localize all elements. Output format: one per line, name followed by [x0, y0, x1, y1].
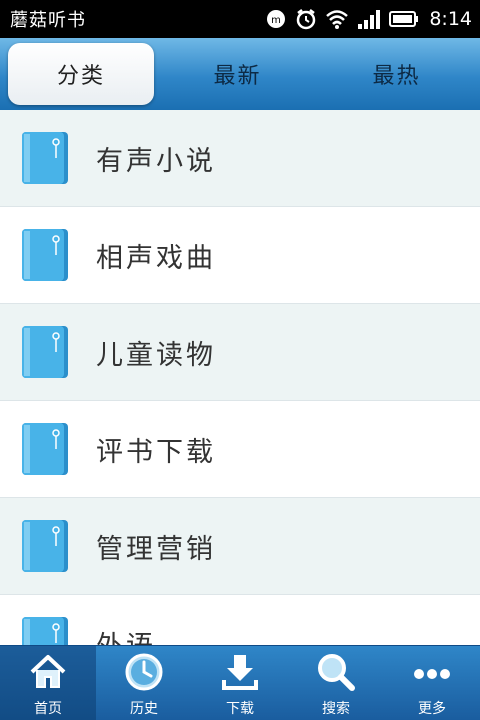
nav-history[interactable]: 历史: [96, 646, 192, 720]
tab-latest[interactable]: 最新: [158, 43, 317, 105]
category-label: 相声戏曲: [96, 242, 216, 274]
signal-icon: [357, 8, 381, 30]
book-icon: [22, 132, 68, 184]
clock-icon: [122, 650, 166, 694]
book-icon: [22, 229, 68, 281]
category-item[interactable]: 管理营销: [0, 498, 480, 595]
book-icon: [22, 326, 68, 378]
book-icon: [22, 423, 68, 475]
category-item[interactable]: 相声戏曲: [0, 207, 480, 304]
top-tab-bar: 分类 最新 最热: [0, 38, 480, 110]
nav-more[interactable]: 更多: [384, 646, 480, 720]
category-item[interactable]: 评书下载: [0, 401, 480, 498]
download-icon: [218, 650, 262, 694]
tab-category[interactable]: 分类: [8, 43, 154, 105]
book-icon: [22, 617, 68, 645]
category-label: 儿童读物: [96, 339, 216, 371]
status-icons: m 8:14: [265, 8, 472, 30]
category-item[interactable]: 儿童读物: [0, 304, 480, 401]
book-icon: [22, 520, 68, 572]
category-list: 有声小说 相声戏曲 儿童读物 评书下载 管理营销: [0, 110, 480, 645]
category-label: 外语: [96, 624, 156, 646]
nav-download-label: 下载: [226, 701, 254, 717]
wifi-icon: [325, 8, 349, 30]
category-item[interactable]: 外语: [0, 595, 480, 645]
notification-icon: m: [265, 8, 287, 30]
category-label: 有声小说: [96, 145, 216, 177]
category-label: 管理营销: [96, 533, 216, 565]
nav-history-label: 历史: [130, 701, 158, 717]
nav-home-label: 首页: [34, 701, 62, 717]
more-icon: [410, 650, 454, 694]
svg-text:m: m: [271, 15, 281, 26]
nav-search-label: 搜索: [322, 701, 350, 717]
battery-icon: [389, 9, 419, 29]
nav-home[interactable]: 首页: [0, 646, 96, 720]
bottom-nav: 首页 历史 下载 搜索 更多: [0, 645, 480, 720]
home-icon: [26, 650, 70, 694]
tab-hottest[interactable]: 最热: [317, 43, 476, 105]
nav-download[interactable]: 下载: [192, 646, 288, 720]
category-label: 评书下载: [96, 436, 216, 468]
status-app-name: 蘑菇听书: [10, 10, 86, 31]
status-time: 8:14: [429, 8, 472, 30]
nav-search[interactable]: 搜索: [288, 646, 384, 720]
alarm-icon: [295, 8, 317, 30]
status-bar: 蘑菇听书 m 8:14: [0, 0, 480, 38]
nav-more-label: 更多: [418, 701, 446, 717]
search-icon: [314, 650, 358, 694]
category-item[interactable]: 有声小说: [0, 110, 480, 207]
